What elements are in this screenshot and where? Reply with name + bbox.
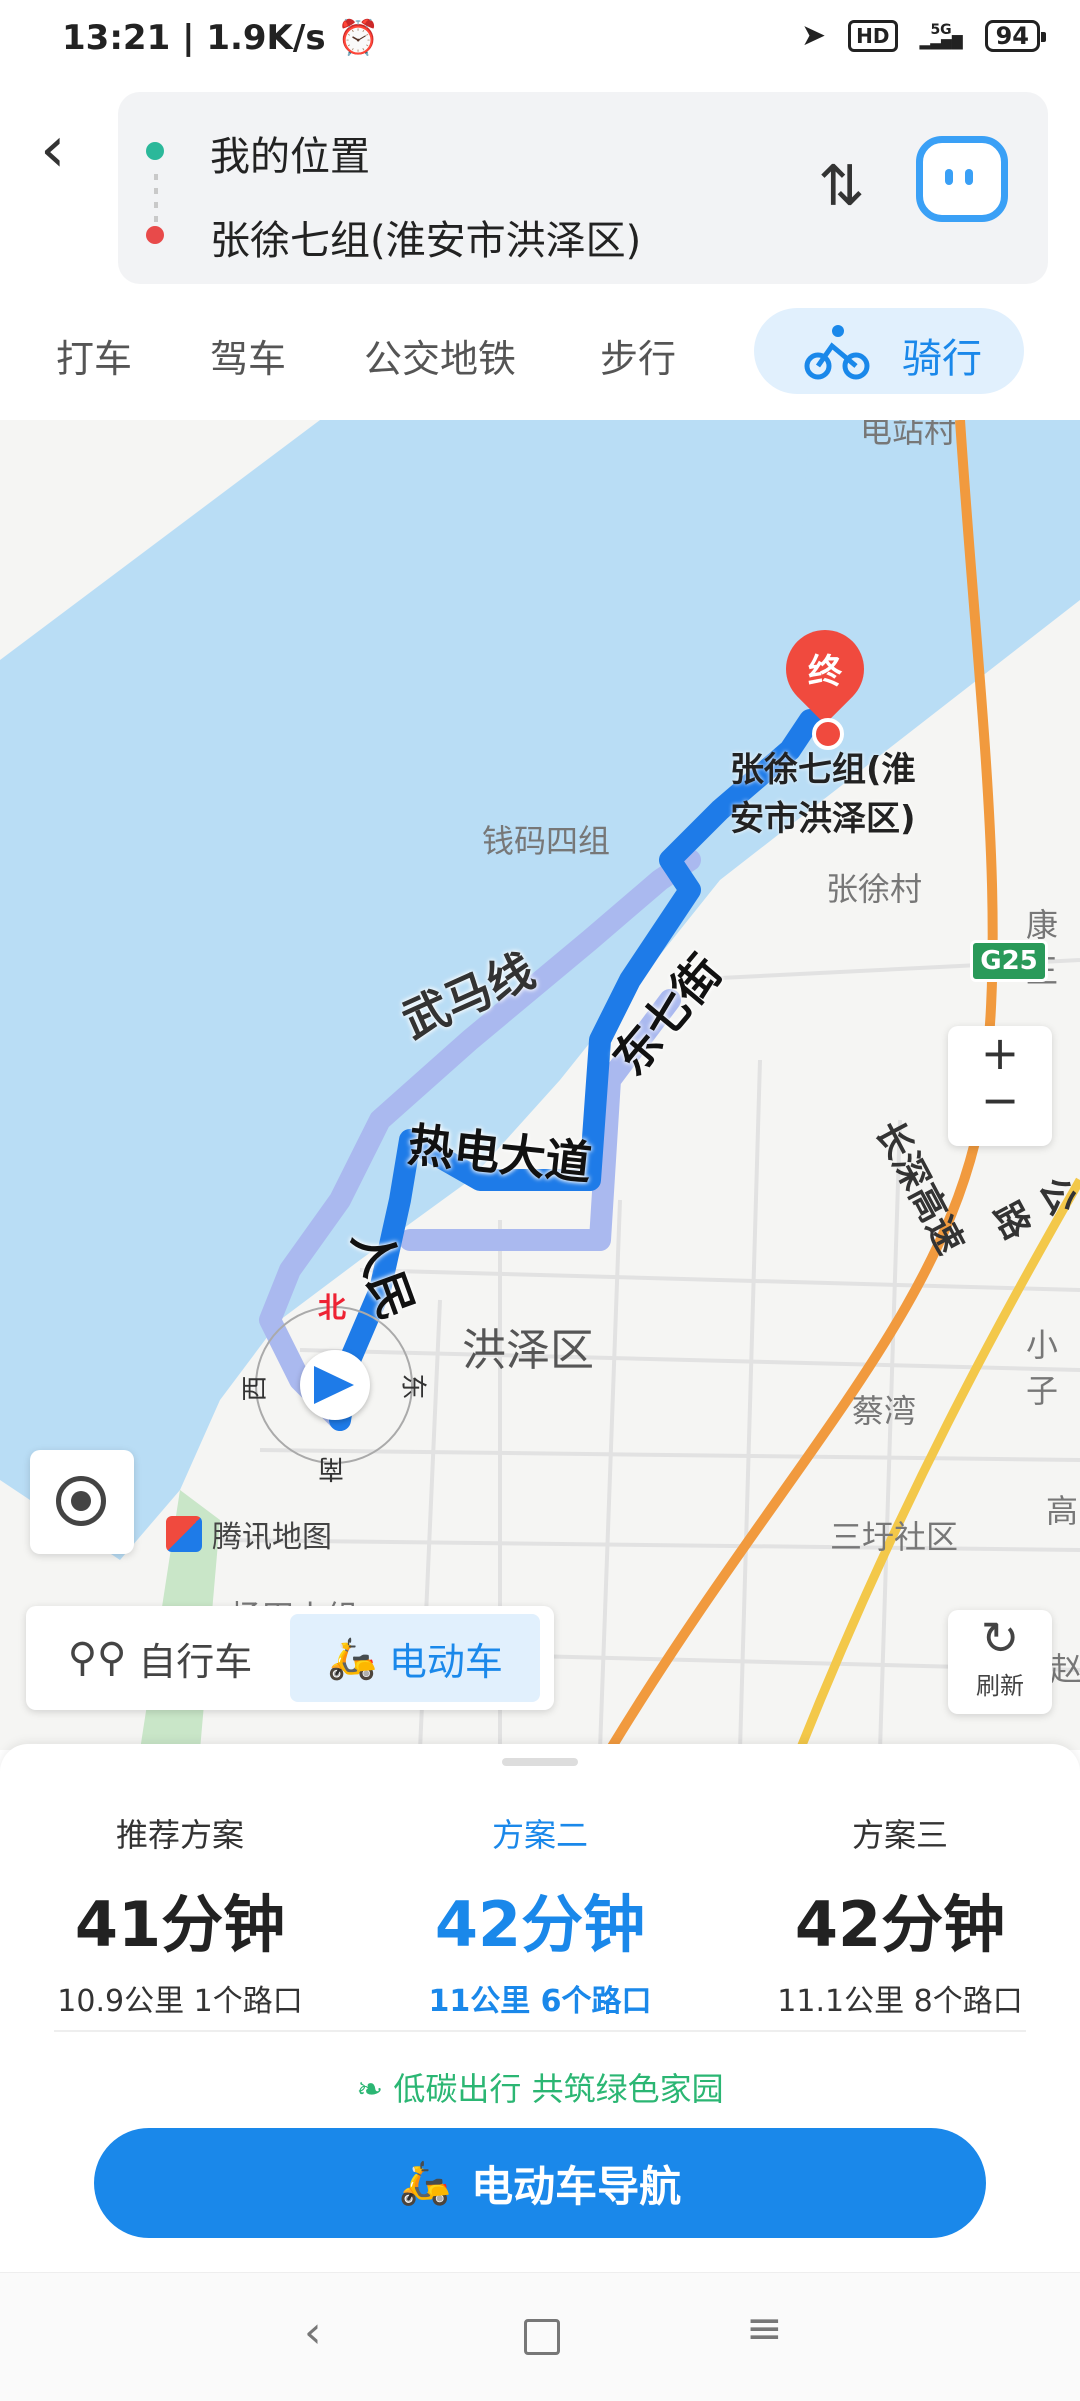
system-home-button[interactable] — [524, 2319, 560, 2355]
zoom-control: + − — [948, 1026, 1052, 1146]
plan-name: 推荐方案 — [115, 1816, 244, 1854]
highway-shield: G25 — [970, 940, 1048, 982]
mode-tabs: 打车 驾车 公交地铁 步行 骑行 — [0, 300, 1080, 400]
battery-indicator: 94 — [984, 19, 1047, 52]
tab-drive[interactable]: 驾车 — [210, 328, 286, 383]
start-navigation-button[interactable]: 🛵 电动车导航 — [94, 2128, 986, 2238]
system-navigation-bar: ‹ ≡ — [0, 2272, 1080, 2401]
plan-name: 方案三 — [851, 1816, 948, 1854]
plan-card-3[interactable]: 方案三 42分钟 11.1公里 8个路口 — [730, 1810, 1070, 2020]
scooter-icon: 🛵 — [327, 1635, 377, 1682]
status-time: 13:21 | 1.9K/s ⏰ — [62, 18, 380, 58]
system-menu-button[interactable]: ≡ — [746, 2303, 783, 2354]
alarm-icon: ⏰ — [337, 18, 380, 58]
divider — [54, 2030, 1026, 2032]
destination-dot-icon — [146, 226, 164, 244]
map-label: 张徐村 — [826, 870, 923, 908]
drag-handle[interactable] — [502, 1758, 578, 1766]
ebike-label: 电动车 — [388, 1639, 503, 1684]
refresh-button[interactable]: ↻ 刷新 — [948, 1610, 1052, 1714]
bicycle-label: 自行车 — [138, 1639, 253, 1684]
compass-west: 西 — [240, 1375, 271, 1402]
plan-time: 42分钟 — [434, 1888, 646, 1961]
tab-taxi[interactable]: 打车 — [56, 328, 132, 383]
current-location-marker — [300, 1350, 370, 1420]
zoom-in-button[interactable]: + — [948, 1026, 1052, 1080]
tab-transit[interactable]: 公交地铁 — [364, 328, 516, 383]
refresh-icon: ↻ — [980, 1611, 1020, 1665]
map-label: 蔡湾 — [852, 1392, 917, 1430]
status-bar: 13:21 | 1.9K/s ⏰ ➤ HD 5G ▂▃▅▇ 94 — [0, 0, 1080, 80]
eco-text: 低碳出行 共筑绿色家园 — [393, 2070, 724, 2108]
route-input-box: 我的位置 张徐七组(淮安市洪泽区) ⇅ — [118, 92, 1048, 284]
map-label: 赵 — [1050, 1650, 1080, 1688]
compass-north: 北 — [318, 1291, 347, 1324]
hd-badge: HD — [848, 19, 898, 52]
plan-card-1[interactable]: 推荐方案 41分钟 10.9公里 1个路口 — [10, 1810, 350, 2020]
destination-map-label: 张徐七组(淮 安市洪泽区) — [730, 750, 916, 839]
back-button[interactable]: ‹ — [40, 118, 80, 190]
compass-east: 东 — [397, 1373, 428, 1400]
plan-detail: 11.1公里 8个路口 — [777, 1984, 1023, 2019]
route-connector — [154, 174, 158, 224]
origin-dot-icon — [146, 142, 164, 160]
plan-card-2[interactable]: 方案二 42分钟 11公里 6个路口 — [370, 1810, 710, 2020]
map-view[interactable]: 电站村 钱码四组 张徐村 康王 洪泽区 蔡湾 三圩社区 小子 高 赵 杨田小组 … — [0, 420, 1080, 1750]
eco-banner: ❧ 低碳出行 共筑绿色家园 — [0, 2064, 1080, 2110]
status-icons: ➤ HD 5G ▂▃▅▇ 94 — [801, 18, 1047, 53]
destination-field[interactable]: 张徐七组(淮安市洪泽区) — [210, 208, 641, 266]
tab-ride[interactable]: 骑行 — [754, 308, 1024, 394]
map-label: 小子 — [1026, 1326, 1059, 1410]
tencent-map-logo-icon — [166, 1516, 202, 1552]
district-label: 洪泽区 — [462, 1325, 594, 1376]
bicycle-option[interactable]: ⚲⚲ 自行车 — [40, 1614, 280, 1702]
leaf-icon: ❧ — [356, 2070, 384, 2108]
refresh-label: 刷新 — [976, 1672, 1024, 1700]
assistant-icon[interactable] — [916, 136, 1008, 222]
plan-time: 42分钟 — [794, 1888, 1006, 1961]
plan-time: 41分钟 — [74, 1888, 286, 1961]
locate-icon — [56, 1476, 106, 1526]
map-label: 高 — [1046, 1492, 1079, 1530]
map-logo: 腾讯地图 — [166, 1512, 332, 1556]
location-arrow-icon: ➤ — [801, 18, 827, 53]
vehicle-toggle: ⚲⚲ 自行车 🛵 电动车 — [26, 1606, 554, 1710]
map-label: 钱码四组 — [482, 822, 611, 860]
system-back-button[interactable]: ‹ — [304, 2307, 322, 2358]
route-header: ‹ 我的位置 张徐七组(淮安市洪泽区) ⇅ 打车 驾车 公交地铁 步行 骑行 — [0, 80, 1080, 420]
plan-detail: 10.9公里 1个路口 — [57, 1984, 303, 2019]
plan-detail: 11公里 6个路口 — [428, 1984, 652, 2019]
route-plans-panel: 推荐方案 41分钟 10.9公里 1个路口 方案二 42分钟 11公里 6个路口… — [0, 1744, 1080, 2272]
bicycle-icon: ⚲⚲ — [67, 1635, 127, 1681]
map-label: 三圩社区 — [830, 1518, 959, 1556]
tab-ride-label: 骑行 — [902, 336, 982, 382]
destination-pin-label: 终 — [808, 652, 842, 692]
navigation-button-label: 电动车导航 — [471, 2161, 682, 2211]
cyclist-icon — [804, 325, 870, 380]
signal-icon: 5G ▂▃▅▇ — [919, 21, 963, 50]
map-label: 电站村 — [860, 420, 957, 450]
ebike-option[interactable]: 🛵 电动车 — [290, 1614, 540, 1702]
compass-south: 南 — [318, 1453, 345, 1483]
map-logo-text: 腾讯地图 — [212, 1520, 332, 1555]
zoom-out-button[interactable]: − — [948, 1077, 1052, 1123]
swap-route-button[interactable]: ⇅ — [818, 154, 865, 219]
plan-name: 方案二 — [491, 1816, 588, 1854]
scooter-icon: 🛵 — [398, 2158, 452, 2207]
locate-button[interactable] — [30, 1450, 134, 1554]
navigation-arrow-icon — [314, 1366, 354, 1404]
origin-field[interactable]: 我的位置 — [210, 124, 370, 182]
tab-walk[interactable]: 步行 — [600, 328, 676, 383]
